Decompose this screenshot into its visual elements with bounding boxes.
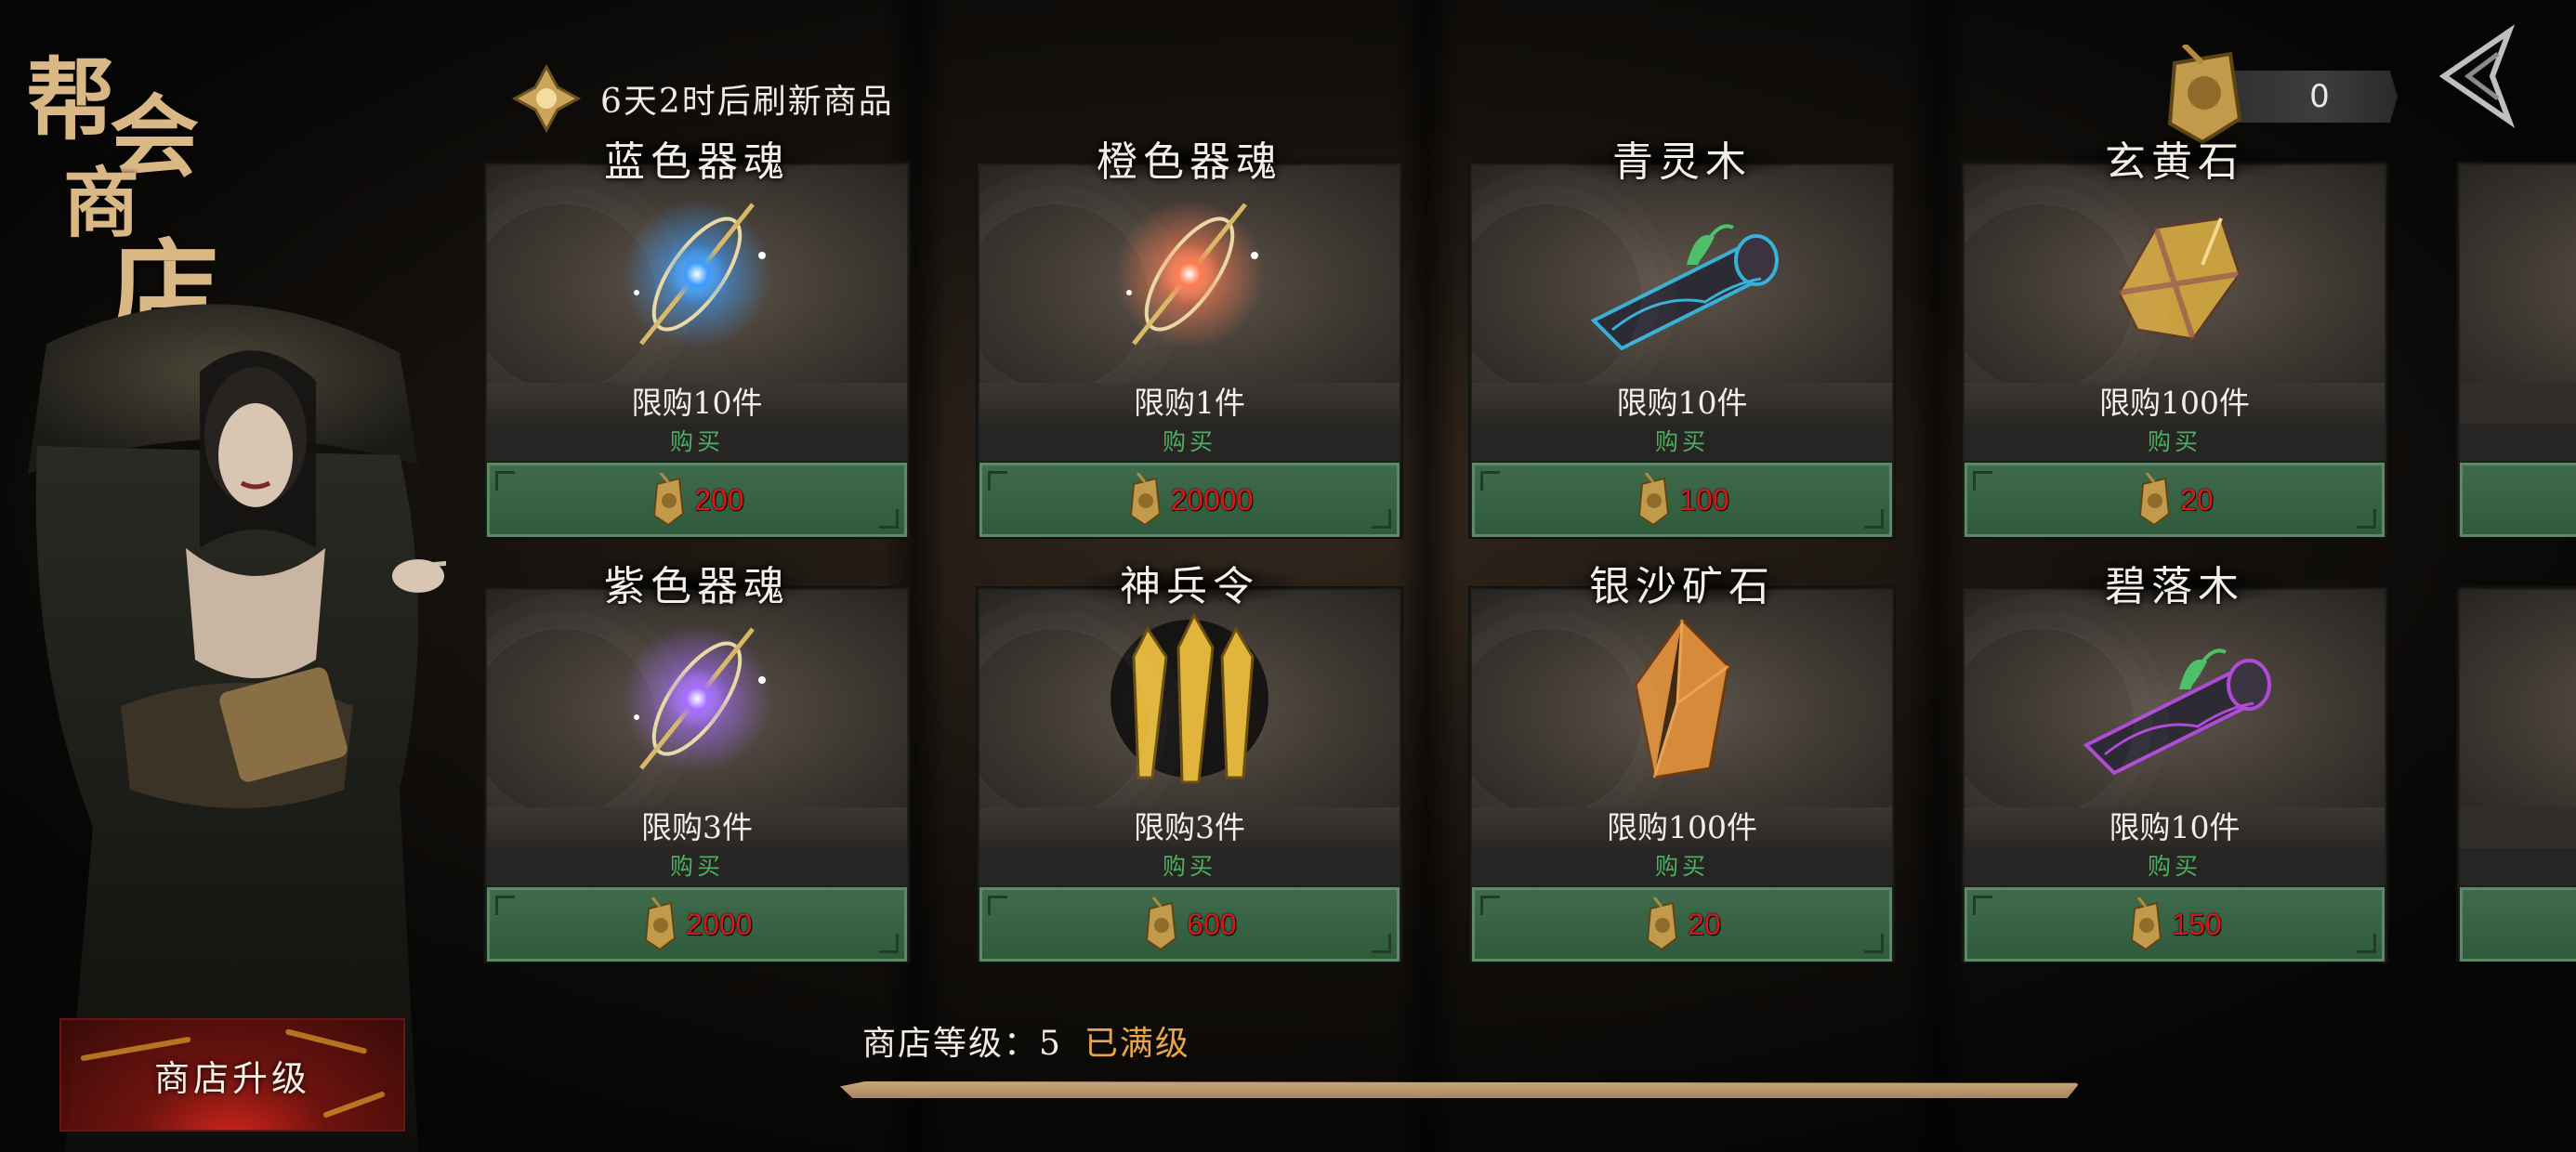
guild-token-icon bbox=[2139, 473, 2171, 527]
item-price: 20000 bbox=[1170, 482, 1254, 517]
item-art bbox=[1472, 590, 1892, 807]
shop-upgrade-label: 商店升级 bbox=[153, 1057, 310, 1099]
item-buy-label[interactable]: 购买 bbox=[1965, 848, 2385, 885]
item-name: 橙色器魂 bbox=[976, 128, 1403, 190]
shop-title-char: 帮 bbox=[26, 47, 115, 152]
item-limit: 限购1件 bbox=[979, 383, 1400, 424]
guild-token-icon bbox=[653, 473, 685, 527]
item-price: 200 bbox=[694, 482, 744, 517]
shop-upgrade-button[interactable]: 商店升级 bbox=[59, 1018, 405, 1132]
guild-token-icon bbox=[1638, 473, 1670, 527]
item-buy-button[interactable]: 20 bbox=[1965, 463, 2385, 537]
item-buy-button[interactable]: 20000 bbox=[979, 463, 1400, 537]
item-buy-button[interactable]: 2000 bbox=[487, 887, 907, 962]
item-card[interactable]: 限购10件 购买 200 蓝色器魂 bbox=[483, 128, 911, 539]
item-buy-label[interactable]: 购买 bbox=[1472, 848, 1892, 885]
item-buy-label[interactable]: 购买 bbox=[487, 848, 907, 885]
item-card-frame: 限购10件 购买 200 bbox=[483, 162, 911, 539]
item-name: 玄黄石 bbox=[1961, 128, 2388, 190]
item-limit: 限购3件 bbox=[487, 807, 907, 848]
currency-amount: 0 bbox=[2309, 78, 2330, 115]
item-price: 20 bbox=[1688, 907, 1721, 941]
item-card-frame: 限购3件 购买 2000 bbox=[483, 586, 911, 963]
item-buy-label[interactable]: 购买 bbox=[1472, 424, 1892, 461]
item-buy-label[interactable]: 购买 bbox=[979, 424, 1400, 461]
item-card-partial[interactable] bbox=[2456, 128, 2576, 537]
item-card[interactable]: 限购100件 购买 20 银沙矿石 bbox=[1468, 553, 1896, 963]
item-card[interactable]: 限购100件 购买 20 玄黄石 bbox=[1961, 128, 2388, 539]
item-buy-button[interactable]: 200 bbox=[487, 463, 907, 537]
item-card[interactable]: 限购10件 购买 100 青灵木 bbox=[1468, 128, 1896, 539]
item-card-frame: 限购100件 购买 20 bbox=[1468, 586, 1896, 963]
item-buy-button[interactable]: 20 bbox=[1472, 887, 1892, 962]
item-buy-button[interactable]: 100 bbox=[1472, 463, 1892, 537]
item-card-partial[interactable] bbox=[2456, 553, 2576, 962]
shop-level-progress-bar bbox=[840, 1081, 2080, 1098]
item-grid: 限购10件 购买 200 蓝色器魂 限购1件 购买 20000 橙色器魂 限购1… bbox=[483, 128, 2576, 964]
guild-token-icon bbox=[1146, 897, 1177, 951]
item-art bbox=[1965, 165, 2385, 383]
guild-token-icon bbox=[645, 897, 677, 951]
item-art bbox=[1965, 590, 2385, 807]
item-price: 150 bbox=[2172, 907, 2222, 941]
item-limit: 限购100件 bbox=[1472, 807, 1892, 848]
item-card-frame: 限购1件 购买 20000 bbox=[976, 162, 1403, 539]
item-art bbox=[1472, 165, 1892, 383]
item-art bbox=[487, 590, 907, 807]
item-buy-button[interactable]: 150 bbox=[1965, 887, 2385, 962]
item-name: 蓝色器魂 bbox=[483, 128, 911, 190]
shop-level-label: 商店等级：5 bbox=[862, 1025, 1062, 1063]
item-limit: 限购10件 bbox=[1472, 383, 1892, 424]
item-limit: 限购100件 bbox=[1965, 383, 2385, 424]
item-buy-label[interactable]: 购买 bbox=[979, 848, 1400, 885]
item-card-frame: 限购10件 购买 150 bbox=[1961, 586, 2388, 963]
item-card[interactable]: 限购3件 购买 600 神兵令 bbox=[976, 553, 1403, 963]
item-name: 青灵木 bbox=[1468, 128, 1896, 190]
guild-token-icon bbox=[1129, 473, 1161, 527]
item-art bbox=[979, 165, 1400, 383]
item-limit: 限购10件 bbox=[487, 383, 907, 424]
item-card[interactable]: 限购1件 购买 20000 橙色器魂 bbox=[976, 128, 1403, 539]
item-name: 紫色器魂 bbox=[483, 553, 911, 614]
item-card-frame: 限购10件 购买 100 bbox=[1468, 162, 1896, 539]
item-buy-label[interactable]: 购买 bbox=[1965, 424, 2385, 461]
item-price: 600 bbox=[1187, 907, 1237, 941]
item-card[interactable]: 限购3件 购买 2000 紫色器魂 bbox=[483, 553, 911, 963]
item-buy-button[interactable]: 600 bbox=[979, 887, 1400, 962]
item-buy-label[interactable]: 购买 bbox=[487, 424, 907, 461]
item-card-frame: 限购100件 购买 20 bbox=[1961, 162, 2388, 539]
item-limit: 限购3件 bbox=[979, 807, 1400, 848]
item-price: 100 bbox=[1679, 482, 1729, 517]
item-price: 20 bbox=[2180, 482, 2214, 517]
item-card[interactable]: 限购10件 购买 150 碧落木 bbox=[1961, 553, 2388, 963]
item-name: 银沙矿石 bbox=[1468, 553, 1896, 614]
item-name: 碧落木 bbox=[1961, 553, 2388, 614]
item-limit: 限购10件 bbox=[1965, 807, 2385, 848]
guild-token-icon bbox=[1647, 897, 1678, 951]
item-art bbox=[487, 165, 907, 383]
back-button[interactable] bbox=[2435, 24, 2524, 128]
shop-level: 商店等级：5 已满级 bbox=[862, 1016, 1190, 1065]
refresh-text: 6天2时后刷新商品 bbox=[600, 83, 894, 121]
item-art bbox=[979, 590, 1400, 807]
shop-level-status: 已满级 bbox=[1084, 1025, 1190, 1063]
item-price: 2000 bbox=[686, 907, 753, 941]
refresh-timer-icon bbox=[511, 63, 582, 134]
guild-token-icon bbox=[2131, 897, 2162, 951]
item-name: 神兵令 bbox=[976, 553, 1403, 614]
item-card-frame: 限购3件 购买 600 bbox=[976, 586, 1403, 963]
